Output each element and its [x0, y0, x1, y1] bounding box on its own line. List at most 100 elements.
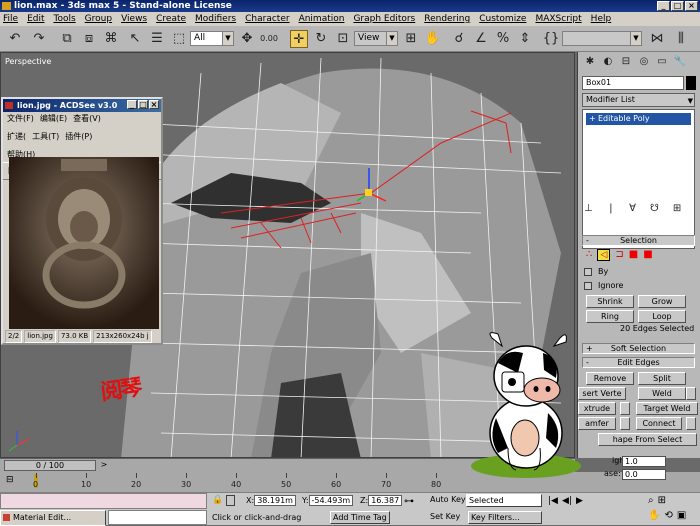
acdsee-close-button[interactable]: ×	[149, 100, 159, 109]
remove-button[interactable]: Remove	[586, 372, 634, 385]
element-level-icon[interactable]: ■	[643, 249, 652, 261]
hierarchy-tab-icon[interactable]: ⊟	[619, 55, 633, 68]
set-key-button[interactable]: Set Key	[428, 511, 466, 524]
selected-dropdown[interactable]: Selected	[466, 494, 542, 507]
mirror-icon[interactable]: ⋈	[648, 30, 666, 48]
zoom-icon[interactable]: ⌕	[648, 495, 654, 506]
select-manipulate-icon[interactable]: ✋	[424, 30, 442, 48]
menu-graph-editors[interactable]: Graph Editors	[353, 14, 415, 24]
track-bar-menu-icon[interactable]: ⊟	[6, 475, 20, 487]
key-filters-button[interactable]: Key Filters...	[468, 511, 542, 524]
border-level-icon[interactable]: ⊐	[615, 249, 623, 261]
undo-icon[interactable]: ↶	[6, 30, 24, 48]
acdsee-minimize-button[interactable]: _	[127, 100, 137, 109]
key-icon[interactable]: ⊶	[404, 496, 414, 507]
utilities-tab-icon[interactable]: 🔧	[673, 55, 687, 68]
grow-button[interactable]: Grow	[638, 295, 686, 308]
weld-button[interactable]: Weld	[638, 387, 686, 400]
by-vertex-checkbox[interactable]	[584, 268, 592, 276]
menu-character[interactable]: Character	[245, 14, 289, 24]
acdsee-window[interactable]: lion.jpg - ACDSee v3.0 _ □ × 文件(F) 编辑(E)…	[1, 97, 163, 345]
acdsee-menu-edit[interactable]: 编辑(E)	[40, 113, 67, 125]
menu-tools[interactable]: Tools	[54, 14, 76, 24]
base-spinner[interactable]: 0.0	[622, 469, 666, 480]
modify-tab-icon[interactable]: ◐	[601, 55, 615, 68]
named-selection-icon[interactable]: {}	[542, 30, 560, 48]
chamfer-settings-button[interactable]	[620, 417, 630, 430]
extrude-settings-button[interactable]	[620, 402, 630, 415]
link-icon[interactable]: ⧉	[58, 30, 76, 48]
select-by-name-icon[interactable]: ☰	[148, 30, 166, 48]
play-icon[interactable]: ▶	[576, 496, 583, 506]
create-shape-button[interactable]: hape From Select	[598, 433, 697, 446]
menu-help[interactable]: Help	[591, 14, 612, 24]
motion-tab-icon[interactable]: ◎	[637, 55, 651, 68]
y-coord-field[interactable]: -54.493m	[308, 495, 354, 506]
acdsee-menu-extend[interactable]: 扩递(	[7, 131, 26, 143]
acdsee-menu-view[interactable]: 查看(V)	[73, 113, 101, 125]
pan-icon[interactable]: ✋	[648, 510, 660, 521]
stack-item-editable-poly[interactable]: Editable Poly	[586, 113, 691, 125]
rotate-icon[interactable]: ↻	[312, 30, 330, 48]
remove-modifier-icon[interactable]: ☋	[650, 203, 659, 214]
loop-button[interactable]: Loop	[638, 310, 686, 323]
acdsee-menu-plugins[interactable]: 插件(P)	[65, 131, 92, 143]
target-weld-button[interactable]: Target Weld	[636, 402, 698, 415]
edit-edges-rollout-header[interactable]: - Edit Edges	[582, 357, 695, 368]
time-slider[interactable]: 0 / 100	[4, 460, 96, 471]
maxscript-listener[interactable]	[0, 493, 207, 509]
selection-filter-dropdown[interactable]: All ▼	[190, 31, 234, 46]
ring-button[interactable]: Ring	[586, 310, 634, 323]
region-select-icon[interactable]: ⬚	[170, 30, 188, 48]
soft-selection-rollout-header[interactable]: + Soft Selection	[582, 343, 695, 354]
edge-level-icon[interactable]: ◁	[597, 249, 611, 261]
taskbar-material-editor[interactable]: Material Edit...	[0, 510, 106, 526]
show-end-result-icon[interactable]: ❘	[607, 203, 615, 214]
make-unique-icon[interactable]: ∀	[629, 203, 636, 214]
weld-settings-button[interactable]	[686, 387, 696, 400]
shrink-button[interactable]: Shrink	[586, 295, 634, 308]
height-spinner[interactable]: 1.0	[622, 456, 666, 467]
bind-space-warp-icon[interactable]: ⌘	[102, 30, 120, 48]
pin-stack-icon[interactable]: ⊥	[584, 203, 593, 214]
scale-icon[interactable]: ⊡	[334, 30, 352, 48]
acdsee-menu-tools[interactable]: 工具(T)	[32, 131, 59, 143]
acdsee-menu-file[interactable]: 文件(F)	[7, 113, 34, 125]
previous-frame-icon[interactable]: ◀|	[562, 496, 572, 506]
display-tab-icon[interactable]: ▭	[655, 55, 669, 68]
selection-rollout-header[interactable]: - Selection	[582, 235, 695, 246]
arc-rotate-icon[interactable]: ⟲	[664, 510, 672, 521]
lock-icon[interactable]: 🔒	[212, 495, 223, 505]
absolute-mode-icon[interactable]	[226, 495, 235, 506]
auto-key-button[interactable]: Auto Key	[428, 494, 466, 507]
menu-create[interactable]: Create	[156, 14, 186, 24]
menu-views[interactable]: Views	[121, 14, 147, 24]
configure-sets-icon[interactable]: ⊞	[673, 203, 681, 214]
menu-customize[interactable]: Customize	[479, 14, 526, 24]
go-to-start-icon[interactable]: |◀	[548, 496, 558, 506]
percent-snap-icon[interactable]: %	[494, 30, 512, 48]
menu-maxscript[interactable]: MAXScript	[535, 14, 581, 24]
close-button[interactable]: ×	[685, 1, 698, 11]
coord-system-dropdown[interactable]: View ▼	[354, 31, 398, 46]
redo-icon[interactable]: ↷	[30, 30, 48, 48]
menu-animation[interactable]: Animation	[299, 14, 345, 24]
menu-rendering[interactable]: Rendering	[424, 14, 470, 24]
modifier-list-dropdown[interactable]: Modifier List ▼	[582, 93, 695, 107]
named-selection-dropdown[interactable]: ▼	[562, 31, 642, 46]
maximize-button[interactable]: □	[671, 1, 684, 11]
select-object-icon[interactable]: ↖	[126, 30, 144, 48]
menu-group[interactable]: Group	[85, 14, 112, 24]
vertex-level-icon[interactable]: ∴	[586, 249, 592, 261]
maxscript-mini-listener[interactable]	[108, 510, 207, 525]
create-tab-icon[interactable]: ✱	[583, 55, 597, 68]
polygon-level-icon[interactable]: ■	[629, 249, 638, 261]
next-frame-icon[interactable]: >	[98, 460, 110, 471]
connect-settings-button[interactable]	[686, 417, 696, 430]
menu-modifiers[interactable]: Modifiers	[195, 14, 236, 24]
connect-button[interactable]: Connect	[636, 417, 682, 430]
menu-edit[interactable]: Edit	[27, 14, 44, 24]
add-time-tag-button[interactable]: Add Time Tag	[330, 511, 390, 524]
viewport-label[interactable]: Perspective	[5, 57, 51, 66]
acdsee-titlebar[interactable]: lion.jpg - ACDSee v3.0 _ □ ×	[3, 99, 161, 112]
